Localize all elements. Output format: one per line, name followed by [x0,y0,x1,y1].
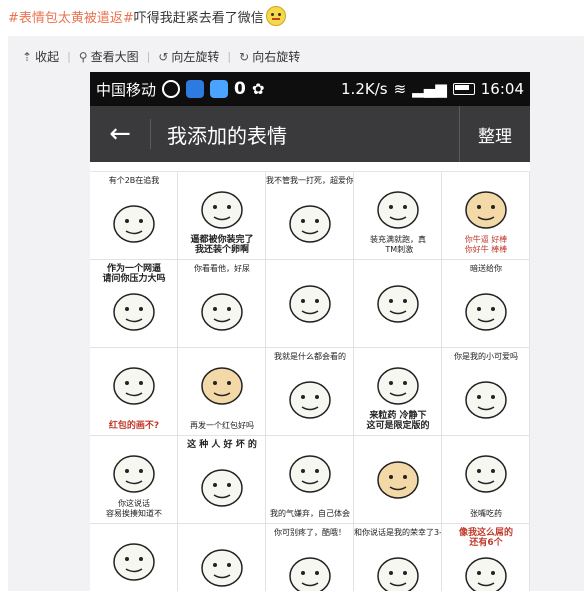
toolbar-divider: | [67,50,71,63]
collapse-button[interactable]: ⇡ 收起 [22,48,59,65]
sticker-caption: 作为一个网逼 请问你压力大吗 [102,264,166,284]
sticker-cell[interactable]: 你看看他，好尿 [178,260,266,348]
signal-icon: ▂▄▆ [412,80,447,98]
clock-time: 16:04 [480,80,524,98]
partial-row-strip [90,162,530,172]
sticker-caption: 有个2B在追我 [108,176,160,185]
back-arrow-icon[interactable]: ← [90,119,150,149]
sticker-cell[interactable]: 作为一个网逼 请问你压力大吗 [90,260,178,348]
sticker-cell[interactable]: 突然好嫌弃你 [90,524,178,591]
sticker-caption: 逼都被你装完了 我还装个卵啊 [190,235,254,255]
sticker-face-icon [201,549,243,587]
sticker-caption: 张嘴吃药 [470,509,502,518]
shield-icon [210,80,229,98]
sticker-caption: 你可别疼了，酷哦！ [274,528,346,537]
sticker-caption: 来粒药 冷静下 这可是限定版的 [366,411,430,431]
sticker-caption: 像我这么屌的 还有6个 [458,528,513,548]
post-text: 吓得我赶紧去看了微信 [133,11,264,26]
toolbar-divider: | [227,50,232,63]
sticker-cell[interactable]: 张嘴吃药 [442,436,530,524]
sticker-cell[interactable]: 装充满就跑，真 TM刺激 [354,172,442,260]
sticker-cell[interactable] [266,260,354,348]
magnifier-icon: ⚲ [78,49,88,64]
rotate-right-button[interactable]: ↻ 向右旋转 [239,48,300,65]
sticker-cell[interactable]: 再发一个红包好吗 [178,348,266,436]
post-text-line: #表情包太黄被遣返#吓得我赶紧去看了微信 [8,6,286,26]
smile-emoji-icon [265,6,286,26]
rotate-right-icon: ↻ [239,49,250,64]
sticker-caption: 你牛逼 好棒 你好牛 棒棒 [464,235,508,254]
sticker-caption: 这 种 人 好 坏 的 [187,440,257,450]
sticker-caption: 我不管我一打死，超爱你， [266,176,354,185]
rotate-left-button[interactable]: ↺ 向左旋转 [158,48,219,65]
sticker-grid: 有个2B在追我逼都被你装完了 我还装个卵啊 我不管我一打死，超爱你， 装充满就跑，真… [90,172,530,591]
sticker-cell[interactable]: 你可别疼了，酷哦！ [266,524,354,591]
sticker-cell[interactable]: 逼都被你装完了 我还装个卵啊 [178,172,266,260]
collapse-label: 收起 [35,50,60,64]
toolbar-divider: | [146,50,151,63]
sticker-caption: 你这说话 容易挨揍知道不 [106,499,162,518]
image-toolbar: ⇡ 收起 | ⚲ 查看大图 | ↺ 向左旋转 | ↻ 向右旋转 [22,48,300,65]
sticker-caption: 和你说话是我的荣幸了3-1打 [354,528,442,537]
sticker-cell[interactable]: 这 种 人 好 坏 的 [178,436,266,524]
circle-icon: 0 [234,79,246,99]
network-speed: 1.2K/s [341,80,388,98]
wifi-icon: ≋ [393,80,407,98]
sticker-face-icon [113,543,155,581]
sticker-caption: 装充满就跑，真 TM刺激 [370,235,426,254]
rotate-left-icon: ↺ [158,49,169,64]
sticker-cell[interactable]: 我不管我一打死，超爱你， [266,172,354,260]
shield-icon [186,80,205,98]
sticker-cell[interactable]: 我的气嫌弃，自己体会 [266,436,354,524]
sticker-cell[interactable]: 你是我的小可爱吗 [442,348,530,436]
search-icon [162,80,181,98]
sticker-cell[interactable]: 红包的画不? [90,348,178,436]
sticker-cell[interactable]: 暗送给你 [442,260,530,348]
view-large-label: 查看大图 [90,50,139,64]
sticker-caption: 你是我的小可爱吗 [454,352,518,361]
status-bar: 中国移动 0 ✿ 1.2K/s ≋ ▂▄▆ 16:04 [90,72,530,106]
sticker-face-icon [377,285,419,323]
collapse-icon: ⇡ [22,49,33,64]
manage-button[interactable]: 整理 [459,106,530,162]
sticker-caption: 暗送给你 [470,264,502,273]
appbar-divider [150,119,151,149]
phone-screenshot[interactable]: 中国移动 0 ✿ 1.2K/s ≋ ▂▄▆ 16:04 ← 我添加的表情 整理 … [90,72,530,591]
rotate-left-label: 向左旋转 [171,50,220,64]
sticker-caption: 我的气嫌弃，自己体会 [270,509,350,518]
hashtag-link[interactable]: #表情包太黄被遣返# [8,11,134,26]
rotate-right-label: 向右旋转 [252,50,301,64]
baidu-paw-icon: ✿ [251,80,265,98]
carrier-label: 中国移动 [96,80,157,99]
sticker-cell[interactable]: 你这说话 容易挨揍知道不 [90,436,178,524]
sticker-face-icon [289,285,331,323]
sticker-cell[interactable]: 你牛逼 好棒 你好牛 棒棒 [442,172,530,260]
sticker-cell[interactable]: 有个2B在追我 [90,172,178,260]
sticker-cell[interactable] [178,524,266,591]
sticker-caption: 再发一个红包好吗 [190,421,254,430]
view-large-button[interactable]: ⚲ 查看大图 [79,48,139,65]
sticker-caption: 你看看他，好尿 [194,264,250,273]
sticker-caption: 红包的画不? [108,421,160,431]
sticker-face-icon [377,461,419,499]
sticker-caption: 我就是什么都会看的 [274,352,346,361]
page-title: 我添加的表情 [167,123,287,148]
sticker-cell[interactable]: 和你说话是我的荣幸了3-1打 [354,524,442,591]
sticker-cell[interactable]: 来粒药 冷静下 这可是限定版的 [354,348,442,436]
sticker-cell[interactable] [354,436,442,524]
battery-icon [452,83,475,95]
app-bar: ← 我添加的表情 整理 [90,106,530,162]
sticker-cell[interactable]: 像我这么屌的 还有6个 [442,524,530,591]
sticker-cell[interactable] [354,260,442,348]
sticker-cell[interactable]: 我就是什么都会看的 [266,348,354,436]
